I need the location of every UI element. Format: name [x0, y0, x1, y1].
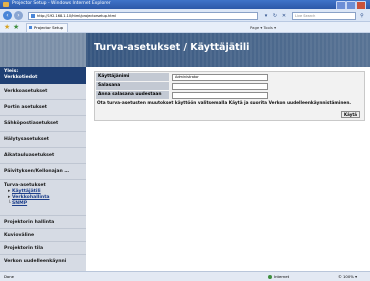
sidebar-item-label: Turva-asetukset: [4, 183, 46, 188]
sidebar-item-label: Projektorin tila: [4, 246, 44, 251]
password-label: Salasana: [96, 82, 169, 90]
user-account-form: Käyttäjänimi Administrator Salasana Anna…: [94, 71, 365, 121]
sidebar-item-date-time-settings[interactable]: Päivityksen/Kellonajan …: [0, 164, 86, 180]
search-input[interactable]: Live Search: [292, 12, 356, 20]
password-confirm-input[interactable]: [172, 91, 268, 99]
sidebar-item-label: Hälytysasetukset: [4, 137, 49, 142]
stop-icon[interactable]: ✕: [280, 12, 288, 20]
sidebar-item-label: Verkon uudelleenkäynni: [4, 259, 67, 264]
search-placeholder: Live Search: [295, 14, 316, 18]
sidebar-item-label: Päivityksen/Kellonajan …: [4, 169, 69, 174]
sidebar-item-label: Aikatauluasetukset: [4, 153, 55, 158]
sidebar-item-label: Verkkoasetukset: [4, 89, 48, 94]
status-text: Done: [4, 274, 14, 279]
zoom-level[interactable]: © 100% ▾: [338, 274, 357, 279]
sidebar-item-label: Kuvioväline: [4, 233, 35, 238]
sidebar-item-label: Sähköpostiasetukset: [4, 121, 59, 126]
tab-page-icon: [29, 26, 32, 29]
search-icon[interactable]: ⚲: [358, 12, 366, 20]
sidebar-subitem-label: Verkkohallinta: [12, 195, 50, 200]
sidebar-subitem-network-control[interactable]: ▸ Verkkohallinta: [8, 195, 50, 200]
apply-instructions: Ota turva-asetusten muutokset käyttöön v…: [97, 101, 352, 106]
sidebar-item-projector-control[interactable]: Projektorin hallinta: [0, 216, 86, 229]
sidebar-subitem-snmp[interactable]: └SNMP: [8, 201, 27, 206]
sidebar-item-mail-settings[interactable]: Sähköpostiasetukset: [0, 116, 86, 132]
back-arrow-icon[interactable]: ‹: [3, 11, 12, 20]
sidebar-item-network-info[interactable]: Yleis: Verkkotiedot: [0, 67, 86, 84]
tab-bar: ★ ★ Projector Setup Page ▾ Tools ▾: [0, 22, 370, 33]
username-input[interactable]: Administrator: [172, 73, 268, 81]
sidebar-header-band: [0, 33, 86, 67]
sidebar-item-alert-settings[interactable]: Hälytysasetukset: [0, 132, 86, 148]
sidebar-item-label: Portin asetukset: [4, 105, 47, 110]
sidebar-item-network-settings[interactable]: Verkkoasetukset: [0, 84, 86, 100]
tab-label: Projector Setup: [34, 25, 64, 30]
sidebar-subitem-user-account[interactable]: ▸ Käyttäjätili: [8, 189, 41, 194]
page-title: Turva-asetukset / Käyttäjätili: [94, 42, 250, 53]
apply-button[interactable]: Käytä: [341, 111, 360, 118]
favorites-star-icon[interactable]: ★: [4, 23, 10, 32]
refresh-icon[interactable]: ↻: [271, 12, 279, 20]
sidebar-item-pattern-tool[interactable]: Kuvioväline: [0, 229, 86, 242]
security-zone: Internet: [268, 274, 289, 279]
window-title: Projector Setup - Windows Internet Explo…: [12, 1, 111, 6]
sidebar: Yleis: Verkkotiedot Verkkoasetukset Port…: [0, 33, 86, 271]
window-title-bar: Projector Setup - Windows Internet Explo…: [0, 0, 370, 10]
sidebar-subitem-label: Käyttäjätili: [12, 189, 41, 194]
sidebar-item-schedule-settings[interactable]: Aikatauluasetukset: [0, 148, 86, 164]
command-bar[interactable]: Page ▾ Tools ▾: [250, 23, 276, 32]
address-dropdown-icon[interactable]: ▾: [262, 12, 270, 20]
sidebar-subitem-label: SNMP: [12, 201, 28, 206]
address-input[interactable]: http://192.168.1.10/html/projectorsetup.…: [28, 12, 258, 20]
sidebar-item-label: Projektorin hallinta: [4, 220, 55, 225]
sidebar-item-projector-status[interactable]: Projektorin tila: [0, 242, 86, 255]
forward-arrow-icon[interactable]: ›: [14, 11, 23, 20]
status-bar: Done Internet © 100% ▾: [0, 271, 370, 281]
web-page: Yleis: Verkkotiedot Verkkoasetukset Port…: [0, 33, 370, 271]
username-label: Käyttäjänimi: [96, 73, 169, 81]
address-url: http://192.168.1.10/html/projectorsetup.…: [37, 14, 117, 18]
sidebar-item-label: Verkkotiedot: [4, 74, 38, 80]
sidebar-item-port-settings[interactable]: Portin asetukset: [0, 100, 86, 116]
browser-app-icon: [3, 2, 9, 7]
add-favorites-icon[interactable]: ★: [13, 23, 19, 32]
address-toolbar: ‹ › http://192.168.1.10/html/projectorse…: [0, 9, 370, 22]
tab-projector-setup[interactable]: Projector Setup: [26, 23, 68, 32]
zone-label: Internet: [274, 274, 290, 279]
internet-zone-icon: [268, 274, 272, 279]
page-icon: [31, 14, 35, 18]
password-input[interactable]: [172, 82, 268, 90]
sidebar-item-network-restart[interactable]: Verkon uudelleenkäynni: [0, 255, 86, 269]
password-confirm-label: Anna salasana uudestaan: [96, 91, 169, 99]
page-header-band: Turva-asetukset / Käyttäjätili: [86, 33, 370, 67]
